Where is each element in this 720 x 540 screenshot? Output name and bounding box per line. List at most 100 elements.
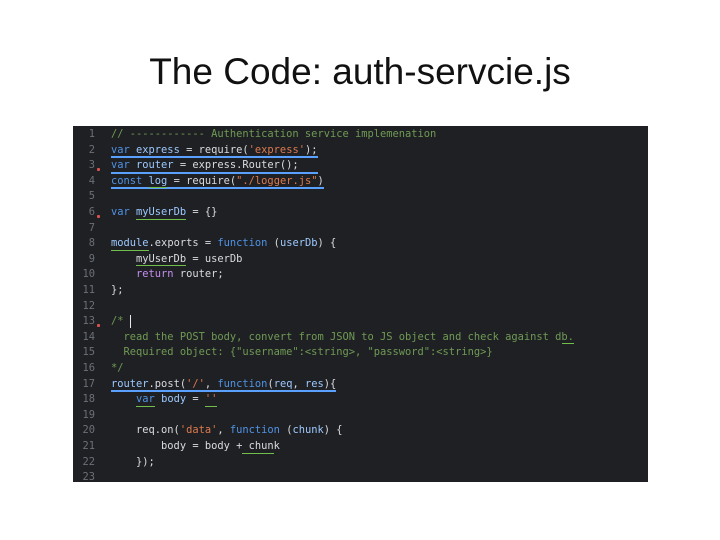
code-token: function [217,377,268,390]
code-line[interactable]: 8 module.exports = function (userDb) { [73,236,648,252]
line-number: 21 [82,440,95,452]
line-number: 13 [82,315,95,328]
lint-squiggle [136,218,187,220]
code-line[interactable]: 15 Required object: {"username":<string>… [73,345,648,361]
code-token: express [136,143,180,156]
code-token: ){ [323,377,337,390]
lint-squiggle [136,405,155,407]
code-token: ( [267,237,280,250]
line-number: 8 [88,237,95,250]
line-number: 15 [82,346,95,359]
code-line[interactable]: 7 [73,221,648,237]
code-line[interactable]: 21 body = body + chunk [73,439,648,455]
code-token: router; [173,268,224,281]
line-number: 7 [88,221,95,234]
line-number: 3 [88,159,95,172]
line-number: 17 [82,377,95,390]
code-text: var body = '' [111,392,217,408]
line-number: 18 [82,393,95,406]
code-token: function [229,424,280,437]
lint-squiggle [136,265,187,267]
line-number: 14 [82,330,95,343]
line-number: 10 [82,268,95,281]
code-token: = {} [186,206,218,218]
code-text: // ------------ Authentication service i… [111,127,436,143]
code-token: }; [111,284,124,296]
code-token: body [161,393,187,406]
code-line[interactable]: 12 [73,299,648,315]
code-token: = require( [179,143,249,156]
code-editor[interactable]: 1 // ------------ Authentication service … [73,126,648,482]
code-token: = express.Router(); [173,159,299,172]
text-caret [129,315,131,329]
code-token: myUserDb [136,206,187,218]
code-token: ) { [317,237,337,250]
line-number: 4 [88,174,95,187]
line-number: 16 [82,362,95,374]
gutter-change-marker [97,324,100,328]
code-token: ( [279,424,293,437]
code-token: var [111,143,137,156]
code-line[interactable]: 23 [73,470,648,482]
code-text: Required object: {"username":<string>, "… [111,345,493,361]
code-line[interactable]: 1 // ------------ Authentication service … [73,127,648,143]
line-number: 2 [88,143,95,156]
line-number: 23 [82,471,95,482]
code-token: log [148,174,168,187]
code-token: 'express' [248,143,305,156]
lint-squiggle [242,452,274,454]
code-text: return router; [111,267,224,283]
code-token: module [111,237,149,250]
code-text: */ [111,361,124,377]
code-token: const [111,174,149,187]
code-token: .exports = [148,237,218,250]
code-line[interactable]: 20 req.on('data', function (chunk) { [73,423,648,439]
code-token: /* [111,315,124,328]
code-token: */ [111,362,124,374]
highlight-underline [111,156,318,159]
line-number: 6 [88,206,95,218]
code-line[interactable]: 10 return router; [73,267,648,283]
code-token: return [136,268,174,281]
code-line[interactable]: 13 /* [73,314,648,330]
code-line[interactable]: 18 var body = '' [73,392,648,408]
gutter-change-marker [97,215,100,218]
code-line[interactable]: 22 }); [73,455,648,471]
lint-squiggle [148,187,168,189]
code-line[interactable]: 11}; [73,283,648,299]
highlight-underline [111,187,324,190]
code-token: Required object: {"username":<string>, "… [111,346,493,359]
code-text: /* [111,314,124,330]
code-text: read the POST body, convert from JSON to… [111,330,574,346]
line-number: 12 [82,299,95,312]
code-token: '/' [186,377,205,390]
code-token: userDb [279,237,318,250]
slide-title: The Code: auth-servcie.js [149,51,571,92]
code-token: router [136,159,174,172]
lint-squiggle [204,405,218,407]
code-line[interactable]: 19 [73,408,648,424]
code-token: var [136,393,162,406]
code-token: res [305,377,324,390]
code-token: , [292,377,305,390]
highlight-underline [111,171,318,174]
code-token: var [111,159,137,172]
code-token: body = body + chunk [111,440,280,452]
code-token: // ------------ Authentication service i… [111,128,437,140]
code-token: ); [304,143,318,156]
lint-squiggle [561,343,575,345]
code-line[interactable]: 5 [73,189,648,205]
code-token: = require( [167,174,237,187]
line-number: 5 [88,190,95,203]
code-token: chunk [292,424,324,437]
code-token: router [111,377,149,390]
line-number: 9 [88,252,95,265]
code-token: req.on( [111,424,180,437]
code-line[interactable]: 16 */ [73,361,648,377]
code-text: req.on('data', function (chunk) { [111,423,343,439]
code-token: , [217,424,230,437]
code-token: ) [317,174,324,187]
code-text: }; [111,283,124,299]
line-number: 1 [88,128,95,140]
